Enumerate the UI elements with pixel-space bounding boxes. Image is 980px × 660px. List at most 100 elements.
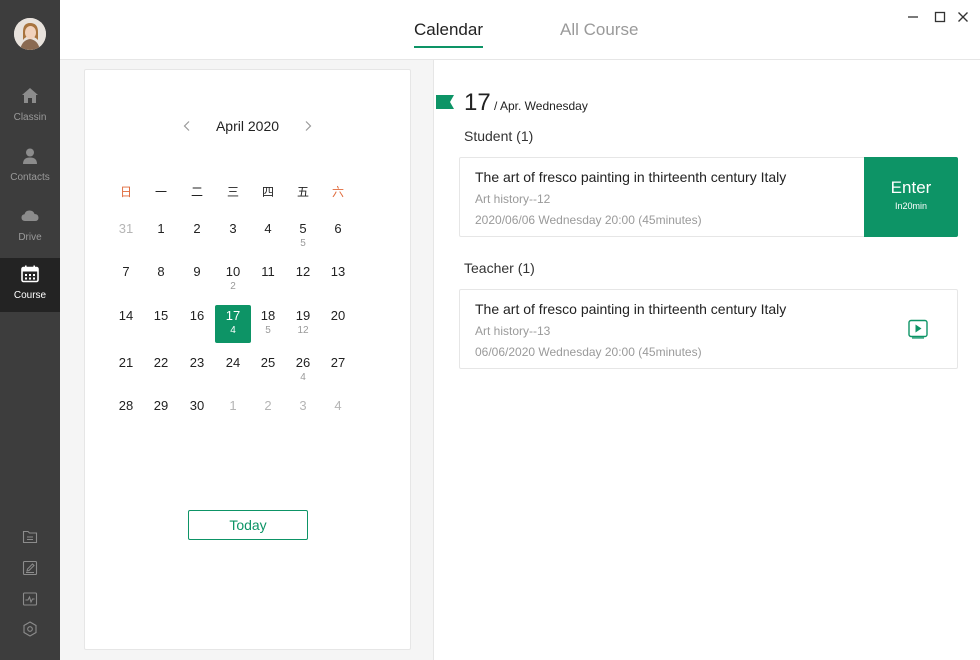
day-number: 10 — [225, 264, 241, 279]
day-course-count: 5 — [300, 238, 306, 249]
tab-all-course[interactable]: All Course — [560, 20, 638, 40]
calendar-day[interactable]: 3 — [285, 395, 321, 433]
day-number: 15 — [153, 308, 169, 323]
folder-icon[interactable] — [22, 529, 38, 545]
course-subtitle: Art history--12 — [475, 192, 551, 206]
calendar-day[interactable]: 2 — [179, 218, 215, 256]
calendar-day[interactable]: 30 — [179, 395, 215, 433]
calendar-day[interactable]: 4 — [320, 395, 356, 433]
close-icon[interactable] — [956, 10, 970, 24]
calendar-day[interactable]: 13 — [320, 261, 356, 299]
teacher-course-card[interactable]: The art of fresco painting in thirteenth… — [459, 289, 958, 369]
day-number: 3 — [229, 221, 237, 236]
weekday-label: 六 — [331, 185, 344, 199]
sidebar-item-course[interactable]: Course — [0, 258, 60, 312]
calendar-day[interactable]: 29 — [143, 395, 179, 433]
calendar-day[interactable]: 27 — [320, 352, 356, 390]
calendar-day[interactable]: 15 — [143, 305, 179, 343]
day-number: 5 — [299, 221, 307, 236]
calendar-day[interactable]: 7 — [108, 261, 144, 299]
calendar-day[interactable]: 28 — [108, 395, 144, 433]
calendar-day[interactable]: 1 — [215, 395, 251, 433]
day-number: 31 — [118, 221, 134, 236]
calendar-day[interactable]: 55 — [285, 218, 321, 256]
day-number: 6 — [334, 221, 342, 236]
day-number: 4 — [334, 398, 342, 413]
edit-icon[interactable] — [22, 560, 38, 576]
course-title: The art of fresco painting in thirteenth… — [475, 169, 787, 185]
calendar-day[interactable]: 4 — [250, 218, 286, 256]
enter-countdown: In20min — [894, 201, 928, 211]
calendar-day[interactable]: 26 4 — [285, 352, 321, 390]
enter-label: Enter — [890, 178, 932, 197]
day-number: 1 — [157, 221, 165, 236]
day-number: 4 — [264, 221, 272, 236]
sidebar-item-classin[interactable]: Classin — [0, 82, 60, 138]
calendar-day[interactable]: 24 — [215, 352, 251, 390]
calendar-card: April 2020 日一二三四五六 31 1 2 3 4 5 5 6 7 8 9 10 2 11 12 13… — [84, 69, 411, 650]
avatar[interactable] — [14, 18, 46, 50]
day-number: 23 — [189, 355, 205, 370]
day-number: 22 — [153, 355, 169, 370]
calendar-day[interactable]: 6 — [320, 218, 356, 256]
day-number: 30 — [189, 398, 205, 413]
play-icon[interactable] — [908, 319, 928, 339]
weekday-label: 五 — [296, 185, 309, 199]
day-number: 11 — [261, 264, 275, 279]
sidebar-item-label: Drive — [18, 232, 42, 243]
settings-icon[interactable] — [22, 621, 38, 637]
today-button[interactable]: Today — [188, 510, 308, 540]
day-number: 8 — [157, 264, 165, 279]
selected-date-text: / Apr. Wednesday — [494, 99, 588, 113]
day-number: 17 — [225, 308, 241, 323]
calendar-day[interactable]: 16 — [179, 305, 215, 343]
weekday-label: 日 — [119, 185, 132, 199]
maximize-icon[interactable] — [933, 10, 947, 24]
student-course-card[interactable]: The art of fresco painting in thirteenth… — [459, 157, 958, 237]
flag-icon — [436, 95, 454, 109]
tab-label: Calendar — [414, 20, 483, 39]
day-number: 27 — [330, 355, 346, 370]
teacher-section-title: Teacher (1) — [464, 260, 535, 276]
day-number: 3 — [299, 398, 307, 413]
calendar-day[interactable]: 25 — [250, 352, 286, 390]
calendar-day[interactable]: 14 — [108, 305, 144, 343]
sidebar-item-contacts[interactable]: Contacts — [0, 142, 60, 198]
calendar-day[interactable]: 3 — [215, 218, 251, 256]
calendar-day[interactable]: 31 — [108, 218, 144, 256]
sidebar-item-label: Contacts — [10, 172, 50, 183]
day-number: 24 — [225, 355, 241, 370]
calendar-day[interactable]: 22 — [143, 352, 179, 390]
calendar-day[interactable]: 19 12 — [285, 305, 321, 343]
calendar-day[interactable]: 10 2 — [215, 261, 251, 299]
day-number: 19 — [295, 308, 311, 323]
header: Calendar All Course — [60, 0, 980, 60]
calendar-day[interactable]: 2 — [250, 395, 286, 433]
calendar-day-selected[interactable]: 17 4 — [215, 305, 251, 343]
weekday-label: 四 — [261, 185, 274, 199]
day-number: 16 — [189, 308, 205, 323]
day-course-count: 5 — [265, 325, 271, 336]
enter-button[interactable]: Enter In20min — [864, 157, 958, 237]
calendar-day[interactable]: 11 — [250, 261, 286, 299]
monitor-icon[interactable] — [22, 591, 38, 607]
calendar-day[interactable]: 20 — [320, 305, 356, 343]
day-number: 12 — [295, 264, 311, 279]
calendar-day[interactable]: 23 — [179, 352, 215, 390]
calendar-day[interactable]: 8 — [143, 261, 179, 299]
day-number: 25 — [260, 355, 276, 370]
weekday-label: 三 — [226, 185, 239, 199]
day-number: 29 — [153, 398, 169, 413]
day-course-count: 4 — [300, 372, 306, 383]
sidebar-item-drive[interactable]: Drive — [0, 202, 60, 258]
calendar-day[interactable]: 1 — [143, 218, 179, 256]
calendar-day[interactable]: 18 5 — [250, 305, 286, 343]
tab-calendar[interactable]: Calendar — [414, 20, 483, 48]
minimize-icon[interactable] — [906, 10, 920, 24]
calendar-day[interactable]: 21 — [108, 352, 144, 390]
month-label: April 2020 — [215, 118, 280, 134]
chevron-right-icon[interactable] — [302, 120, 314, 132]
avatar-image — [14, 18, 46, 50]
calendar-day[interactable]: 12 — [285, 261, 321, 299]
calendar-day[interactable]: 9 — [179, 261, 215, 299]
